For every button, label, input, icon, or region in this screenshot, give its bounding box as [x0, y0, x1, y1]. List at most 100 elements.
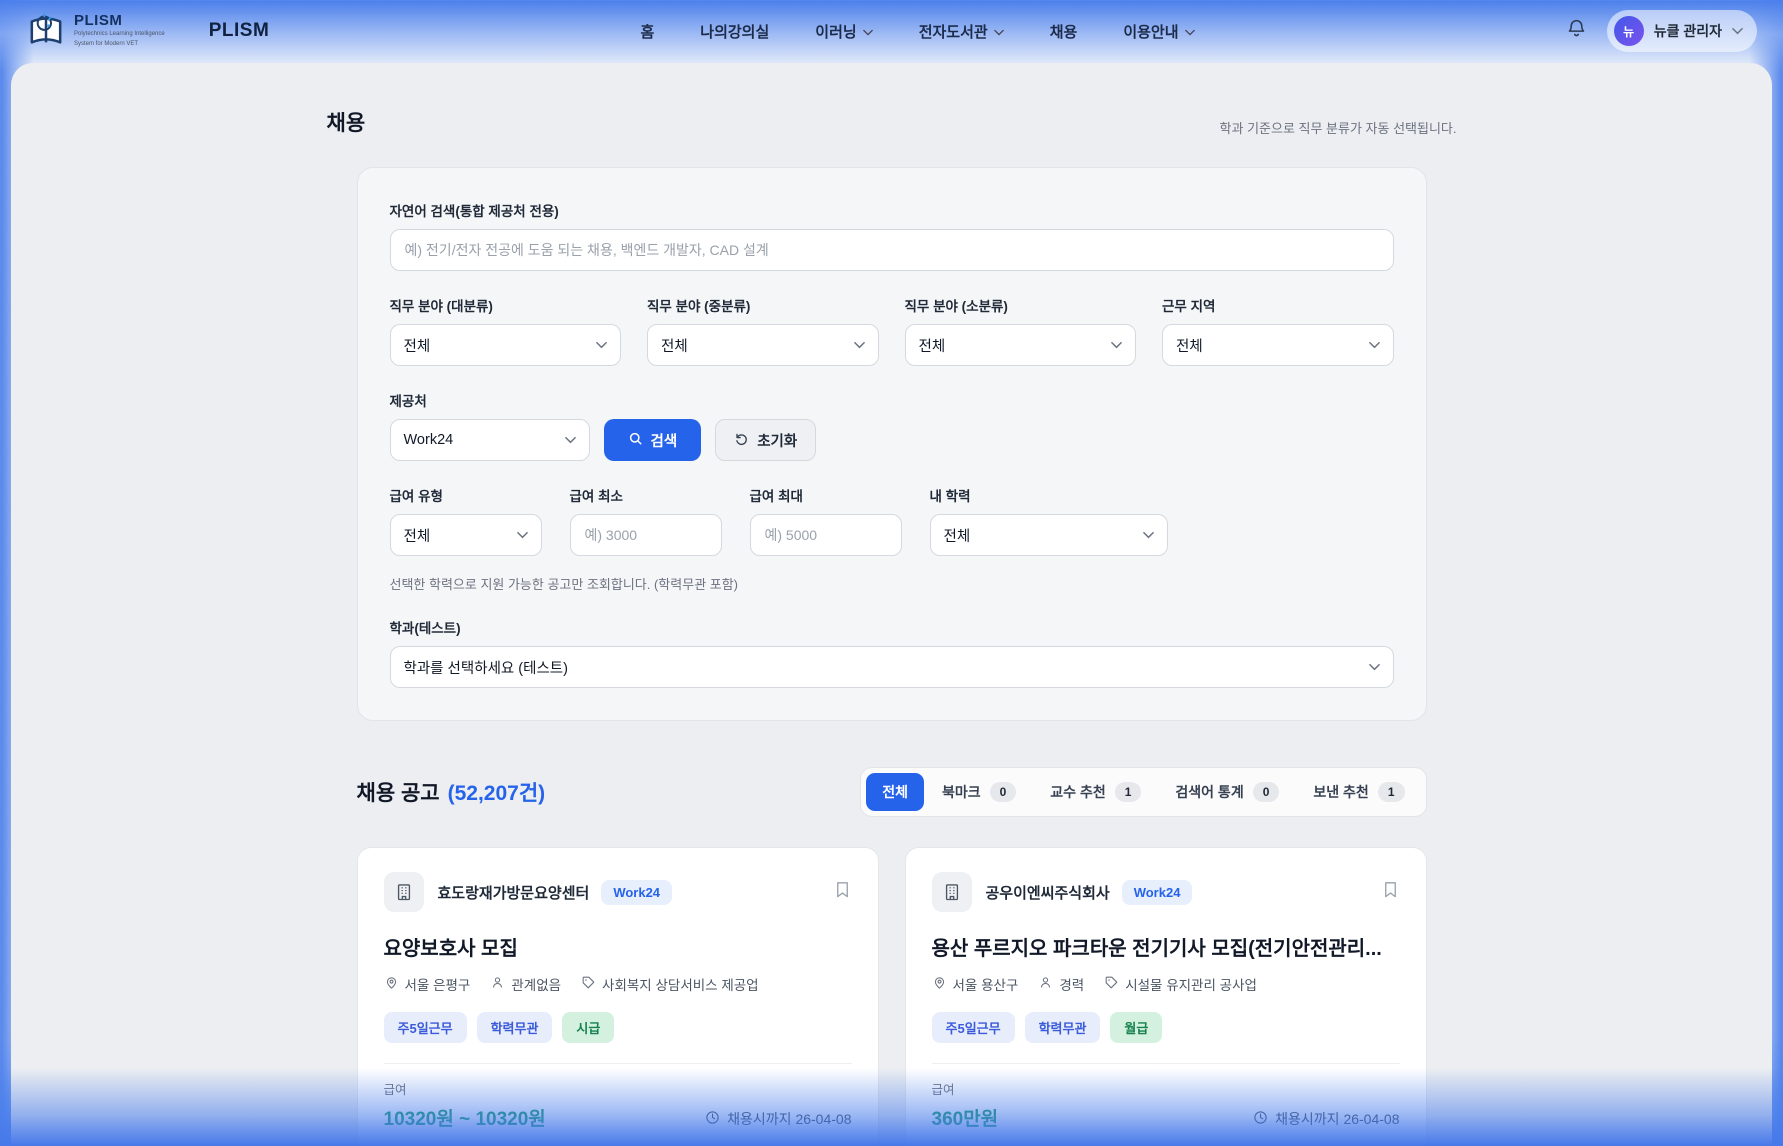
salary-value: 10320원 ~ 10320원	[384, 1104, 546, 1131]
bookmark-button[interactable]	[1381, 879, 1400, 905]
source-badge: Work24	[601, 880, 672, 905]
provider-label: 제공처	[390, 390, 590, 410]
person-icon	[490, 975, 505, 993]
navbar-right: 뉴 뉴클 관리자	[1566, 10, 1757, 52]
user-name: 뉴클 관리자	[1654, 21, 1722, 41]
page-title: 채용	[327, 107, 366, 137]
salary-label: 급여	[384, 1079, 546, 1098]
tab-search-stats[interactable]: 검색어 통계 0	[1159, 773, 1295, 811]
chevron-down-icon	[565, 431, 576, 449]
listing-header: 채용 공고 (52,207건) 전체 북마크 0 교수 추천 1 검색어 통계 …	[357, 767, 1427, 817]
nav-item-jobs[interactable]: 채용	[1050, 21, 1078, 42]
tab-all[interactable]: 전체	[866, 773, 924, 811]
tab-bookmarks-count: 0	[990, 782, 1017, 802]
job-deadline: 채용시까지 26-04-08	[1253, 1109, 1399, 1131]
job-mid-select[interactable]: 전체	[647, 324, 879, 366]
nav-item-classroom[interactable]: 나의강의실	[700, 21, 769, 42]
tab-sent-recommendations-count: 1	[1378, 782, 1405, 802]
chevron-down-icon	[1143, 526, 1154, 544]
reset-button[interactable]: 초기화	[715, 419, 816, 461]
job-card: 효도랑재가방문요양센터 Work24 요양보호사 모집 서울 은평구 관계없음	[357, 847, 879, 1146]
tab-professor-recommendations-count: 1	[1115, 782, 1142, 802]
salary-type-select[interactable]: 전체	[390, 514, 542, 556]
nav-item-home[interactable]: 홈	[640, 21, 654, 42]
region-label: 근무 지역	[1162, 295, 1394, 315]
my-education-select[interactable]: 전체	[930, 514, 1168, 556]
nav-item-library[interactable]: 전자도서관	[919, 21, 1004, 42]
main-content-panel: 채용 학과 기준으로 직무 분류가 자동 선택됩니다. 자연어 검색(통합 제공…	[11, 63, 1772, 1146]
job-category-row: 직무 분야 (대분류) 전체 직무 분야 (중분류) 전체 직무 분야 (소분류…	[390, 295, 1394, 366]
plism-logo-icon	[26, 9, 66, 54]
logo-subtitle-line2: System for Modern VET	[74, 41, 165, 49]
salary-max-input[interactable]	[750, 514, 902, 556]
search-button[interactable]: 검색	[604, 419, 702, 461]
app-title: PLISM	[209, 20, 270, 42]
notifications-button[interactable]	[1566, 18, 1587, 44]
nl-search-label: 자연어 검색(통합 제공처 전용)	[390, 200, 1394, 220]
listing-tabs: 전체 북마크 0 교수 추천 1 검색어 통계 0 보낸 추천 1	[860, 767, 1426, 817]
chevron-down-icon	[854, 336, 865, 354]
chevron-down-icon	[1369, 336, 1380, 354]
chevron-down-icon	[863, 23, 873, 40]
person-icon	[1038, 975, 1053, 993]
job-title[interactable]: 요양보호사 모집	[384, 932, 852, 961]
job-tag: 월급	[1110, 1012, 1162, 1043]
job-location: 서울 용산구	[932, 974, 1019, 994]
search-icon	[628, 431, 643, 450]
chevron-down-icon	[1732, 22, 1743, 40]
chevron-down-icon	[1185, 23, 1195, 40]
company-name: 효도랑재가방문요양센터	[438, 882, 590, 903]
divider	[384, 1063, 852, 1064]
plism-logo-text: PLISM Polytechnics Learning Intelligence…	[74, 13, 165, 49]
job-deadline: 채용시까지 26-04-08	[705, 1109, 851, 1131]
clock-icon	[1253, 1110, 1268, 1128]
page-note: 학과 기준으로 직무 분류가 자동 선택됩니다.	[1220, 118, 1457, 137]
chevron-down-icon	[1111, 336, 1122, 354]
job-mid-label: 직무 분야 (중분류)	[647, 295, 879, 315]
salary-min-input[interactable]	[570, 514, 722, 556]
location-pin-icon	[932, 975, 947, 993]
building-icon	[932, 872, 972, 912]
clock-icon	[705, 1110, 720, 1128]
salary-min-label: 급여 최소	[570, 485, 722, 505]
bookmark-button[interactable]	[833, 879, 852, 905]
chevron-down-icon	[517, 526, 528, 544]
department-select[interactable]: 학과를 선택하세요 (테스트)	[390, 646, 1394, 688]
chevron-down-icon	[1369, 658, 1380, 676]
location-pin-icon	[384, 975, 399, 993]
salary-row: 급여 유형 전체 급여 최소 급여 최대 내 학력 전체	[390, 485, 1394, 556]
bookmark-icon	[1381, 879, 1400, 905]
plism-logo[interactable]: PLISM Polytechnics Learning Intelligence…	[26, 9, 165, 54]
job-major-select[interactable]: 전체	[390, 324, 622, 366]
bell-icon	[1566, 18, 1587, 44]
job-tag: 학력무관	[1025, 1012, 1101, 1043]
main-nav: 홈 나의강의실 이러닝 전자도서관 채용 이용안내	[640, 21, 1194, 42]
job-tag: 주5일근무	[384, 1012, 467, 1043]
chevron-down-icon	[994, 23, 1004, 40]
tab-bookmarks[interactable]: 북마크 0	[926, 773, 1032, 811]
chevron-down-icon	[596, 336, 607, 354]
tag-icon	[1104, 975, 1119, 993]
source-badge: Work24	[1122, 880, 1193, 905]
nav-item-guide[interactable]: 이용안내	[1123, 21, 1194, 42]
job-cards-grid: 효도랑재가방문요양센터 Work24 요양보호사 모집 서울 은평구 관계없음	[357, 847, 1427, 1146]
salary-label: 급여	[932, 1079, 999, 1098]
tab-sent-recommendations[interactable]: 보낸 추천 1	[1297, 773, 1420, 811]
job-tag: 주5일근무	[932, 1012, 1015, 1043]
my-education-label: 내 학력	[930, 485, 1168, 505]
job-card: 공우이엔씨주식회사 Work24 용산 푸르지오 파크타운 전기기사 모집(전기…	[905, 847, 1427, 1146]
job-tag: 학력무관	[477, 1012, 553, 1043]
logo-subtitle-line1: Polytechnics Learning Intelligence	[74, 31, 165, 39]
tab-professor-recommendations[interactable]: 교수 추천 1	[1034, 773, 1157, 811]
bookmark-icon	[833, 879, 852, 905]
page-header: 채용 학과 기준으로 직무 분류가 자동 선택됩니다.	[327, 107, 1457, 137]
provider-select[interactable]: Work24	[390, 419, 590, 461]
job-title[interactable]: 용산 푸르지오 파크타운 전기기사 모집(전기안전관리...	[932, 932, 1400, 961]
nl-search-input[interactable]	[390, 229, 1394, 271]
nav-item-elearning[interactable]: 이러닝	[815, 21, 872, 42]
job-minor-select[interactable]: 전체	[905, 324, 1137, 366]
user-menu[interactable]: 뉴 뉴클 관리자	[1607, 10, 1757, 52]
job-search-filter-card: 자연어 검색(통합 제공처 전용) 직무 분야 (대분류) 전체 직무 분야 (…	[357, 167, 1427, 721]
region-select[interactable]: 전체	[1162, 324, 1394, 366]
provider-row: 제공처 Work24 검색 초기화	[390, 390, 1394, 461]
